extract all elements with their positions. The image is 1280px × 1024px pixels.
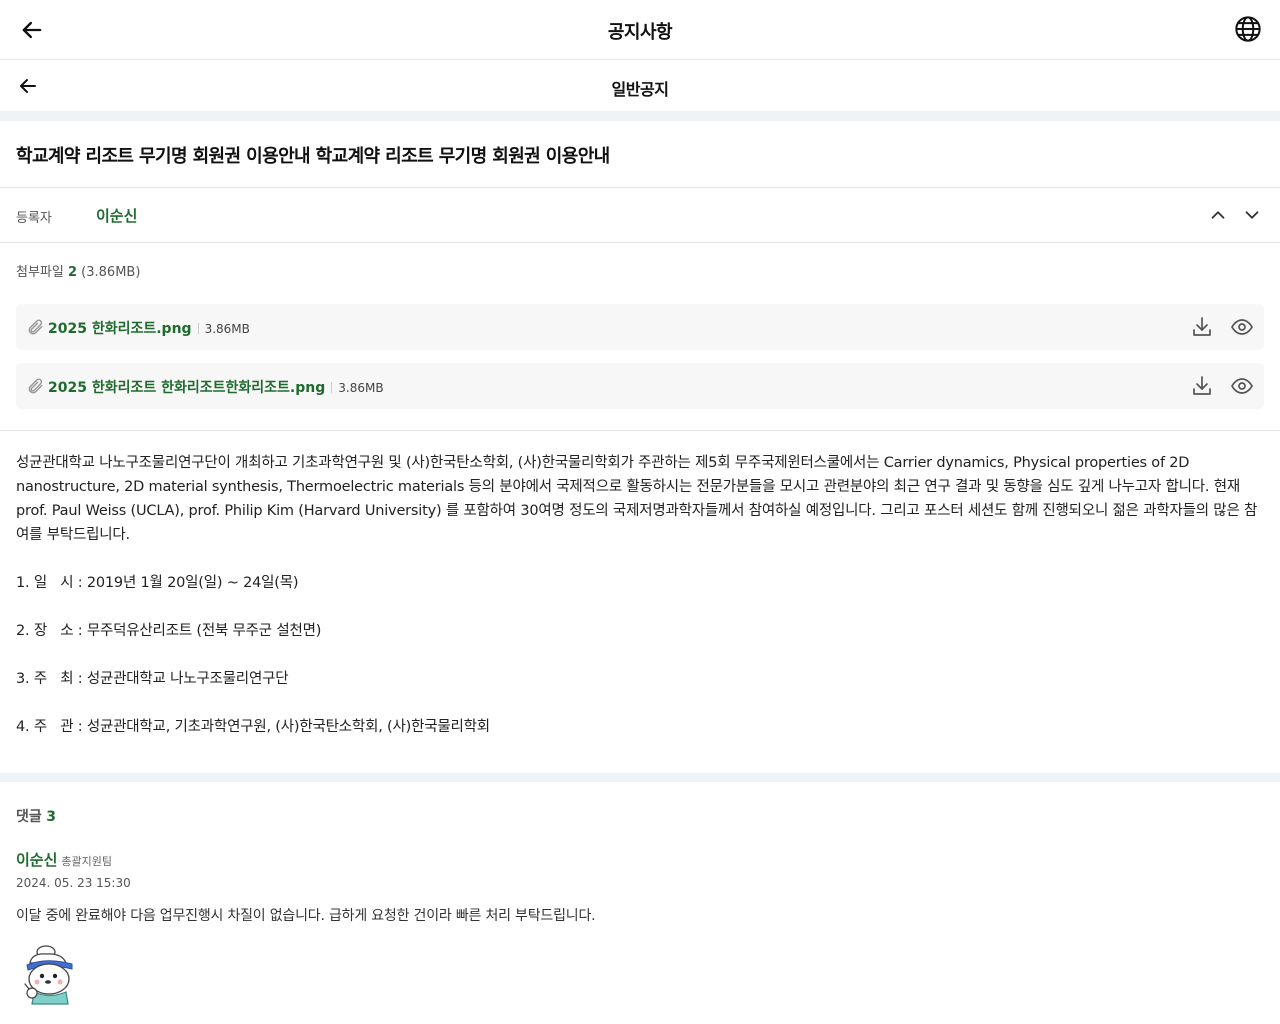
divider [0,242,1280,243]
app-header: 공지사항 [0,0,1280,60]
comment-header: 댓글 3 [16,806,56,826]
section-divider [0,111,1280,121]
attachment-label: 첨부파일 [16,265,64,280]
character-sticker-icon [24,945,73,1005]
divider [0,430,1280,431]
sub-header: 일반공지 [0,61,1280,111]
eye-icon[interactable] [1230,374,1254,398]
section-divider [0,773,1280,782]
download-icon[interactable] [1190,374,1214,398]
eye-icon[interactable] [1230,315,1254,339]
separator [197,323,199,334]
author-label: 등록자 [16,211,52,226]
attachment-filename[interactable]: 2025 한화리조트 한화리조트한화리조트.png [48,380,325,396]
post-body: 성균관대학교 나노구조물리연구단이 개최하고 기초과학연구원 및 (사)한국탄소… [16,455,1258,543]
post-detail-item: 2. 장 소 : 무주덕유산리조트 (전북 무주군 설천면) [16,623,322,639]
attachment-filename[interactable]: 2025 한화리조트.png [48,321,192,337]
author-name: 이순신 [96,207,138,225]
page-title: 공지사항 [607,22,673,43]
attachment-file[interactable]: 2025 한화리조트.png 3.86MB [48,318,250,338]
paperclip-icon [28,319,43,335]
post-detail-item: 4. 주 관 : 성균관대학교, 기초과학연구원, (사)한국탄소학회, (사)… [16,719,490,735]
attachment-total-size: (3.86MB) [81,265,141,280]
comment-text: 이달 중에 완료해야 다음 업무진행시 차질이 없습니다. 급하게 요청한 건이… [16,908,596,924]
attachment-filesize: 3.86MB [338,381,384,395]
attachment-header: 첨부파일 2 (3.86MB) [16,261,140,280]
globe-icon[interactable] [1234,15,1262,43]
post-detail-item: 1. 일 시 : 2019년 1월 20일(일) ~ 24일(목) [16,575,299,591]
attachment-item[interactable]: 2025 한화리조트 한화리조트한화리조트.png 3.86MB [16,363,1264,409]
attachment-filesize: 3.86MB [204,322,250,336]
comment-count: 3 [46,809,56,825]
post-title: 학교계약 리조트 무기명 회원권 이용안내 학교계약 리조트 무기명 회원권 이… [16,146,610,167]
attachment-item[interactable]: 2025 한화리조트.png 3.86MB [16,304,1264,350]
comment-label: 댓글 [16,809,42,825]
divider [0,187,1280,188]
comment-team: 총괄지원팀 [61,855,113,868]
separator [331,382,333,393]
sub-title: 일반공지 [611,80,669,99]
download-icon[interactable] [1190,315,1214,339]
post-detail-item: 3. 주 최 : 성균관대학교 나노구조물리연구단 [16,671,289,687]
comment-date: 2024. 05. 23 15:30 [16,876,131,890]
comment-author-row: 이순신 총괄지원팀 [16,849,112,870]
comment-author: 이순신 [16,851,58,869]
attachment-file[interactable]: 2025 한화리조트 한화리조트한화리조트.png 3.86MB [48,377,384,397]
chevron-down-icon[interactable] [1240,204,1264,226]
attachment-count: 2 [67,265,78,280]
chevron-up-icon[interactable] [1206,204,1230,226]
paperclip-icon [28,378,43,394]
